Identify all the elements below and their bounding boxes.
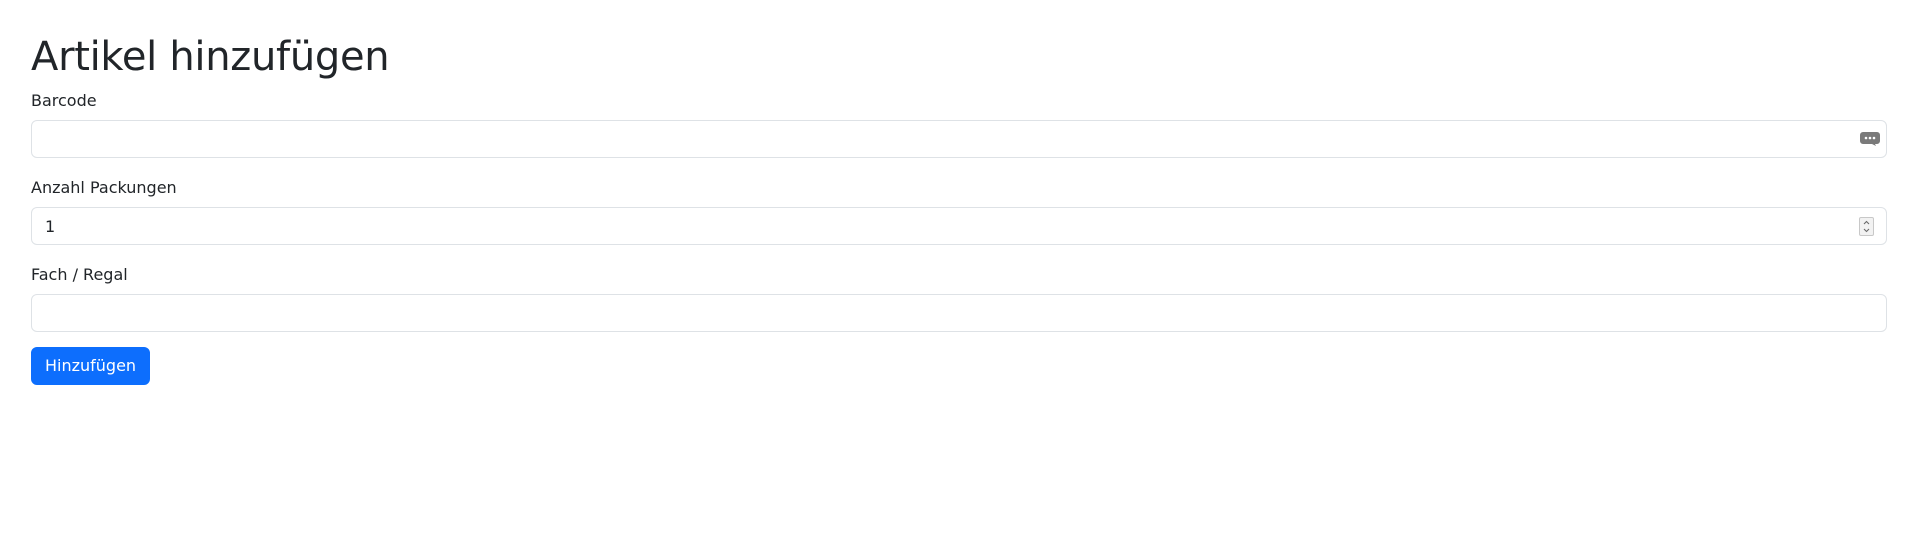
packages-label: Anzahl Packungen xyxy=(31,178,177,197)
barcode-label: Barcode xyxy=(31,91,97,110)
packages-value: 1 xyxy=(45,217,56,236)
chat-bubble-icon[interactable] xyxy=(1860,132,1880,146)
page-title: Artikel hinzufügen xyxy=(31,34,390,80)
add-button[interactable]: Hinzufügen xyxy=(31,347,151,385)
shelf-input[interactable] xyxy=(31,294,1887,332)
number-spinner-icon[interactable] xyxy=(1859,217,1874,236)
shelf-label: Fach / Regal xyxy=(31,265,128,284)
packages-number-input[interactable]: 1 xyxy=(31,207,1887,245)
barcode-input[interactable] xyxy=(31,120,1887,158)
